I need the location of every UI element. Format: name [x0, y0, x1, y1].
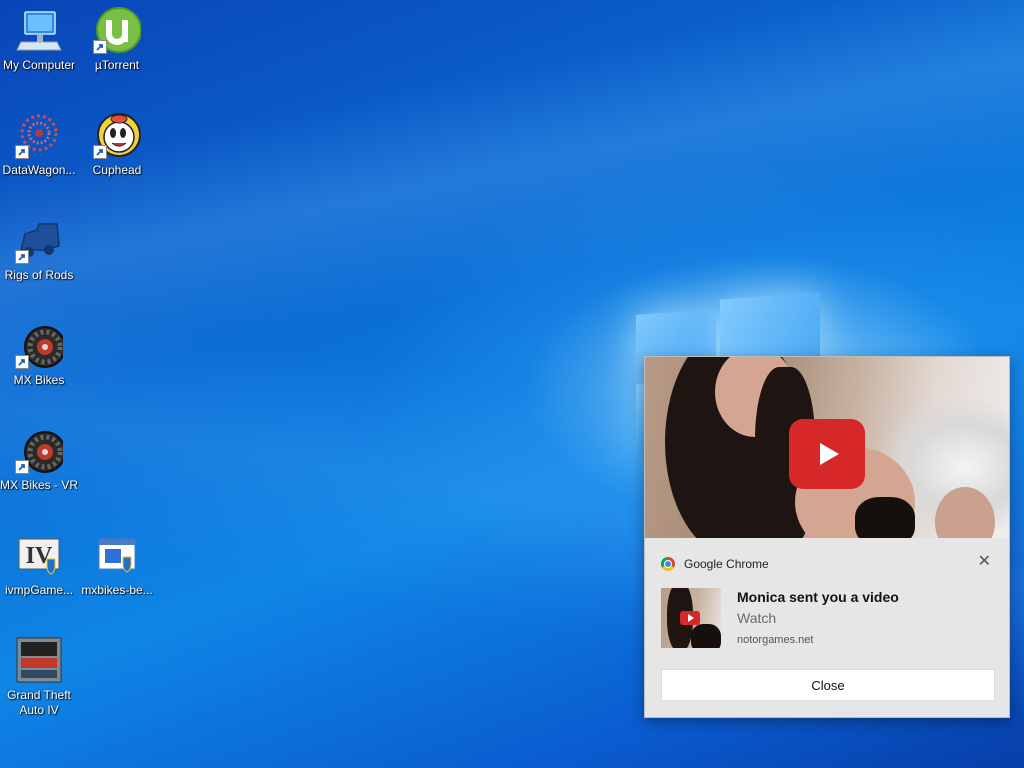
- shortcut-arrow-icon: [15, 460, 29, 474]
- play-icon[interactable]: [789, 419, 865, 489]
- utorrent-icon: [93, 6, 142, 54]
- rigs-of-rods-icon: [15, 216, 63, 264]
- gta-iv-shield-icon: IV: [15, 531, 63, 579]
- desktop-icon-label: MX Bikes: [13, 373, 65, 387]
- desktop-icon-cuphead[interactable]: Cuphead: [78, 111, 156, 178]
- dirt-bike-wheel-icon: [15, 426, 66, 474]
- chrome-icon: [661, 557, 675, 571]
- desktop-icon-mx-bikes[interactable]: MX Bikes: [0, 321, 78, 388]
- desktop-icon-utorrent[interactable]: µTorrent: [78, 6, 156, 73]
- shortcut-arrow-icon: [15, 250, 29, 264]
- shortcut-arrow-icon: [93, 40, 107, 54]
- close-icon[interactable]: ✕: [978, 554, 991, 570]
- datawagon-icon: [15, 111, 63, 159]
- desktop-icon-label: µTorrent: [94, 58, 140, 72]
- computer-icon: [15, 6, 63, 54]
- shortcut-arrow-icon: [15, 145, 29, 159]
- desktop-icon-ivmp-game[interactable]: IV ivmpGame...: [0, 531, 78, 598]
- play-icon: [680, 611, 700, 625]
- desktop-icon-label: mxbikes-be...: [81, 583, 153, 597]
- gta-iv-icon: [15, 636, 63, 684]
- desktop-icon-label: MX Bikes - VR: [0, 478, 78, 492]
- notification-body: Watch: [737, 610, 777, 626]
- desktop-icon-label: ivmpGame...: [4, 583, 73, 597]
- desktop-icon-mx-bikes-vr[interactable]: MX Bikes - VR: [0, 426, 78, 493]
- desktop-icon-label: Rigs of Rods: [4, 268, 74, 282]
- notification-app-name: Google Chrome: [684, 557, 769, 571]
- close-button[interactable]: Close: [661, 669, 995, 701]
- installer-shield-icon: [93, 531, 141, 579]
- cuphead-icon: [93, 111, 141, 159]
- desktop-icon-mxbikes-be[interactable]: mxbikes-be...: [78, 531, 156, 598]
- desktop-icon-my-computer[interactable]: My Computer: [0, 6, 78, 73]
- desktop-icon-label: My Computer: [2, 58, 76, 72]
- notification-thumbnail: [661, 588, 721, 648]
- notification-hero-image[interactable]: [645, 357, 1009, 538]
- desktop-icon-datawagon[interactable]: DataWagon...: [0, 111, 78, 178]
- shortcut-arrow-icon: [93, 145, 107, 159]
- shortcut-arrow-icon: [15, 355, 29, 369]
- desktop-icon-label: DataWagon...: [2, 163, 76, 177]
- desktop-icon-label: Cuphead: [92, 163, 142, 177]
- desktop-icon-gta-iv[interactable]: Grand Theft Auto IV: [0, 636, 78, 718]
- desktop-icon-label: Grand Theft Auto IV: [7, 688, 71, 717]
- notification-attribution: notorgames.net: [737, 634, 814, 646]
- notification-title: Monica sent you a video: [737, 589, 899, 605]
- chrome-notification[interactable]: Google Chrome ✕ Monica sent you a video …: [644, 356, 1010, 718]
- notification-header: Google Chrome: [661, 556, 769, 572]
- dirt-bike-wheel-icon: [15, 321, 66, 369]
- desktop-icon-rigs-of-rods[interactable]: Rigs of Rods: [0, 216, 78, 283]
